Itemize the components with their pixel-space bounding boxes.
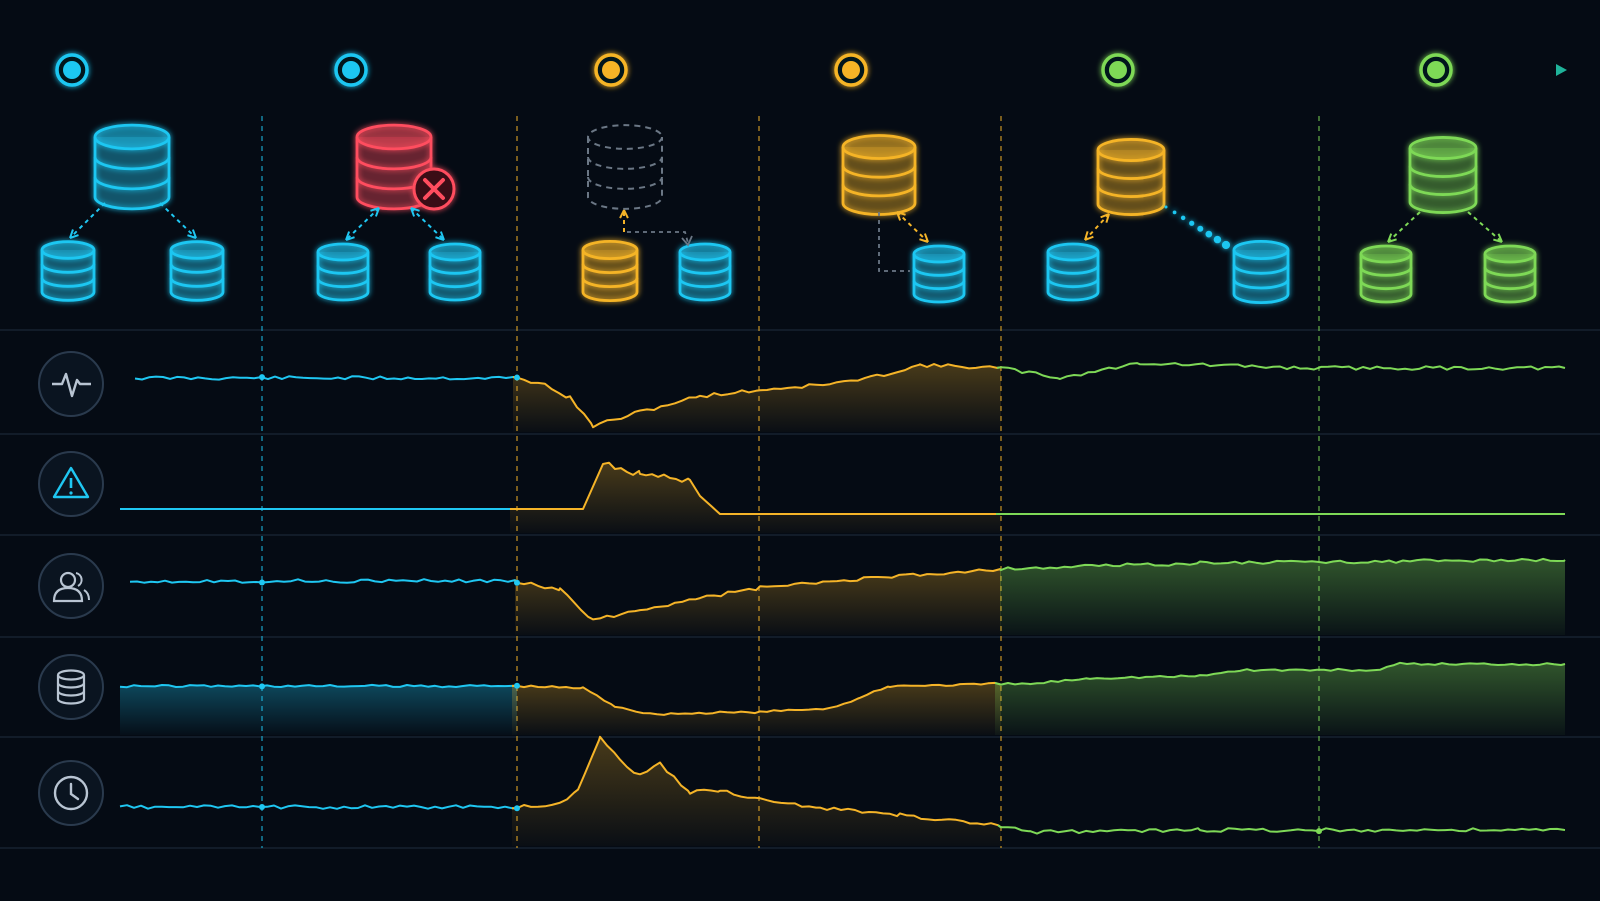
replication-arrow: [410, 207, 445, 241]
signal-marker: [259, 374, 265, 381]
signal-marker: [259, 579, 265, 586]
signal-line: [119, 804, 517, 810]
signal-area: [995, 662, 1565, 735]
topology-3[interactable]: [581, 124, 732, 303]
replication-arrow: [1467, 211, 1503, 243]
signal-line: [510, 461, 1001, 515]
signal-line: [996, 362, 1566, 380]
replication-arrow: [1387, 211, 1421, 243]
signal-marker: [259, 683, 265, 690]
signal-line: [129, 578, 518, 584]
signal-area: [515, 569, 1001, 635]
replica-database-icon: [1046, 242, 1100, 302]
replica-database-icon: [40, 240, 96, 302]
clock-icon[interactable]: [38, 760, 104, 826]
replica-database-icon: [428, 242, 482, 302]
replica-database-icon: [169, 240, 225, 302]
signal-area: [512, 682, 1001, 735]
signal-marker: [514, 805, 520, 812]
storage-signal: [119, 661, 1566, 735]
warning-triangle-icon[interactable]: [38, 451, 104, 517]
signal-area: [510, 462, 1001, 533]
replication-arrow: [627, 231, 693, 247]
signal-marker: [514, 579, 520, 586]
replication-arrow: [159, 202, 197, 239]
failover-diagram: [0, 53, 1600, 849]
timeline: [55, 53, 1567, 87]
primary-database-icon: [841, 134, 917, 216]
topology-2[interactable]: [316, 123, 482, 302]
primary-database-icon: [1096, 138, 1166, 216]
replication-arrow: [1084, 213, 1110, 241]
timeline-node-5[interactable]: [1101, 53, 1135, 87]
timeline-node-2[interactable]: [334, 53, 368, 87]
replication-arrow: [896, 211, 929, 243]
replication-arrow: [345, 207, 380, 241]
signal-line: [119, 683, 518, 689]
topology-5[interactable]: [1046, 138, 1290, 305]
topology-1[interactable]: [40, 123, 225, 302]
signal-area: [120, 684, 517, 735]
topology-panels: [40, 123, 1537, 305]
signal-area: [513, 364, 1001, 432]
resyncing-replica-database-icon: [1232, 239, 1290, 305]
metric-rows: [38, 351, 1566, 846]
signal-line: [134, 375, 518, 381]
signal-area: [512, 736, 1001, 846]
errors-signal: [120, 461, 1565, 533]
timeline-node-1[interactable]: [55, 53, 89, 87]
timeline-node-3[interactable]: [594, 53, 628, 87]
missing-primary-database-icon: [587, 124, 663, 210]
x-circle-icon: [412, 167, 456, 211]
stage-dividers: [0, 116, 1600, 849]
active-users-signal: [129, 557, 1566, 635]
primary-database-icon: [1408, 136, 1478, 214]
signal-marker: [514, 682, 520, 689]
latency-signal: [119, 735, 1566, 846]
database-icon[interactable]: [38, 654, 104, 720]
replica-database-icon: [1359, 244, 1413, 304]
signal-marker: [514, 374, 520, 381]
promoted-replica-database-icon: [581, 239, 639, 303]
signal-marker: [259, 804, 265, 811]
replication-arrow: [69, 202, 106, 239]
sync-stream: [1164, 205, 1231, 250]
signal-marker: [1316, 828, 1322, 835]
topology-4[interactable]: [841, 134, 966, 304]
replica-database-icon: [316, 242, 370, 302]
replica-database-icon: [678, 242, 732, 302]
connector-line: [878, 212, 910, 272]
topology-6[interactable]: [1359, 136, 1537, 304]
timeline-node-6[interactable]: [1419, 53, 1453, 87]
signal-area: [1000, 558, 1565, 635]
primary-database-icon: [93, 123, 171, 211]
replica-database-icon: [912, 244, 966, 304]
timeline-node-4[interactable]: [834, 53, 868, 87]
users-icon[interactable]: [38, 553, 104, 619]
replica-database-icon: [1483, 244, 1537, 304]
signal-line: [997, 824, 1566, 835]
heartbeat-icon[interactable]: [38, 351, 104, 417]
throughput-signal: [134, 362, 1566, 432]
timeline-arrowhead: [1556, 64, 1567, 76]
promotion-arrow: [619, 209, 629, 232]
